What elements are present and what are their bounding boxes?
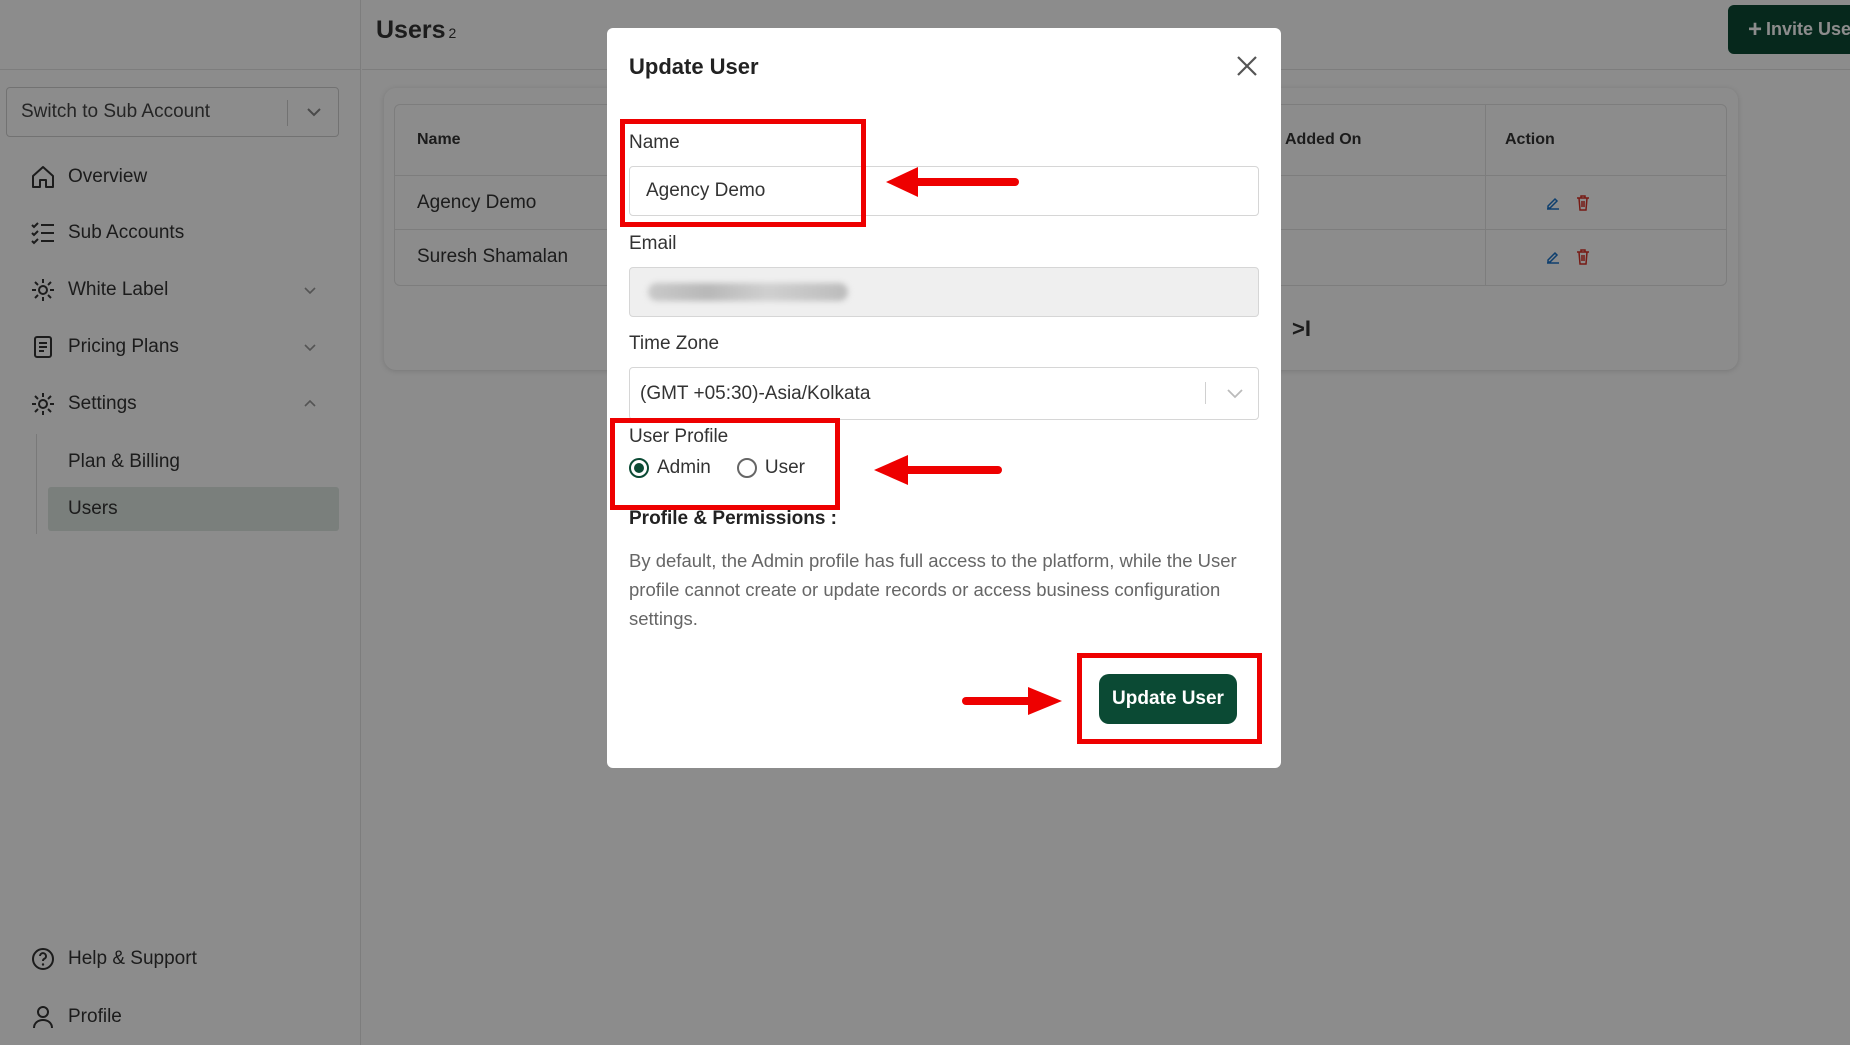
highlight-box-user-profile	[610, 418, 840, 510]
close-icon[interactable]	[1233, 52, 1261, 80]
modal-title: Update User	[629, 54, 759, 79]
email-input	[629, 267, 1259, 317]
highlight-box-update-button	[1077, 653, 1262, 744]
highlight-box-name	[620, 119, 866, 227]
arrow-right-icon	[962, 687, 1062, 715]
arrow-left-icon	[874, 455, 1002, 485]
permissions-title: Profile & Permissions :	[629, 508, 838, 529]
timezone-select[interactable]: (GMT +05:30)-Asia/Kolkata	[629, 367, 1259, 420]
chevron-down-icon	[1227, 389, 1243, 399]
arrow-left-icon	[886, 167, 1019, 197]
timezone-value: (GMT +05:30)-Asia/Kolkata	[640, 382, 871, 404]
email-label: Email	[629, 233, 677, 254]
timezone-label: Time Zone	[629, 333, 720, 354]
email-value-redacted	[648, 283, 848, 301]
permissions-description: By default, the Admin profile has full a…	[629, 550, 1237, 629]
